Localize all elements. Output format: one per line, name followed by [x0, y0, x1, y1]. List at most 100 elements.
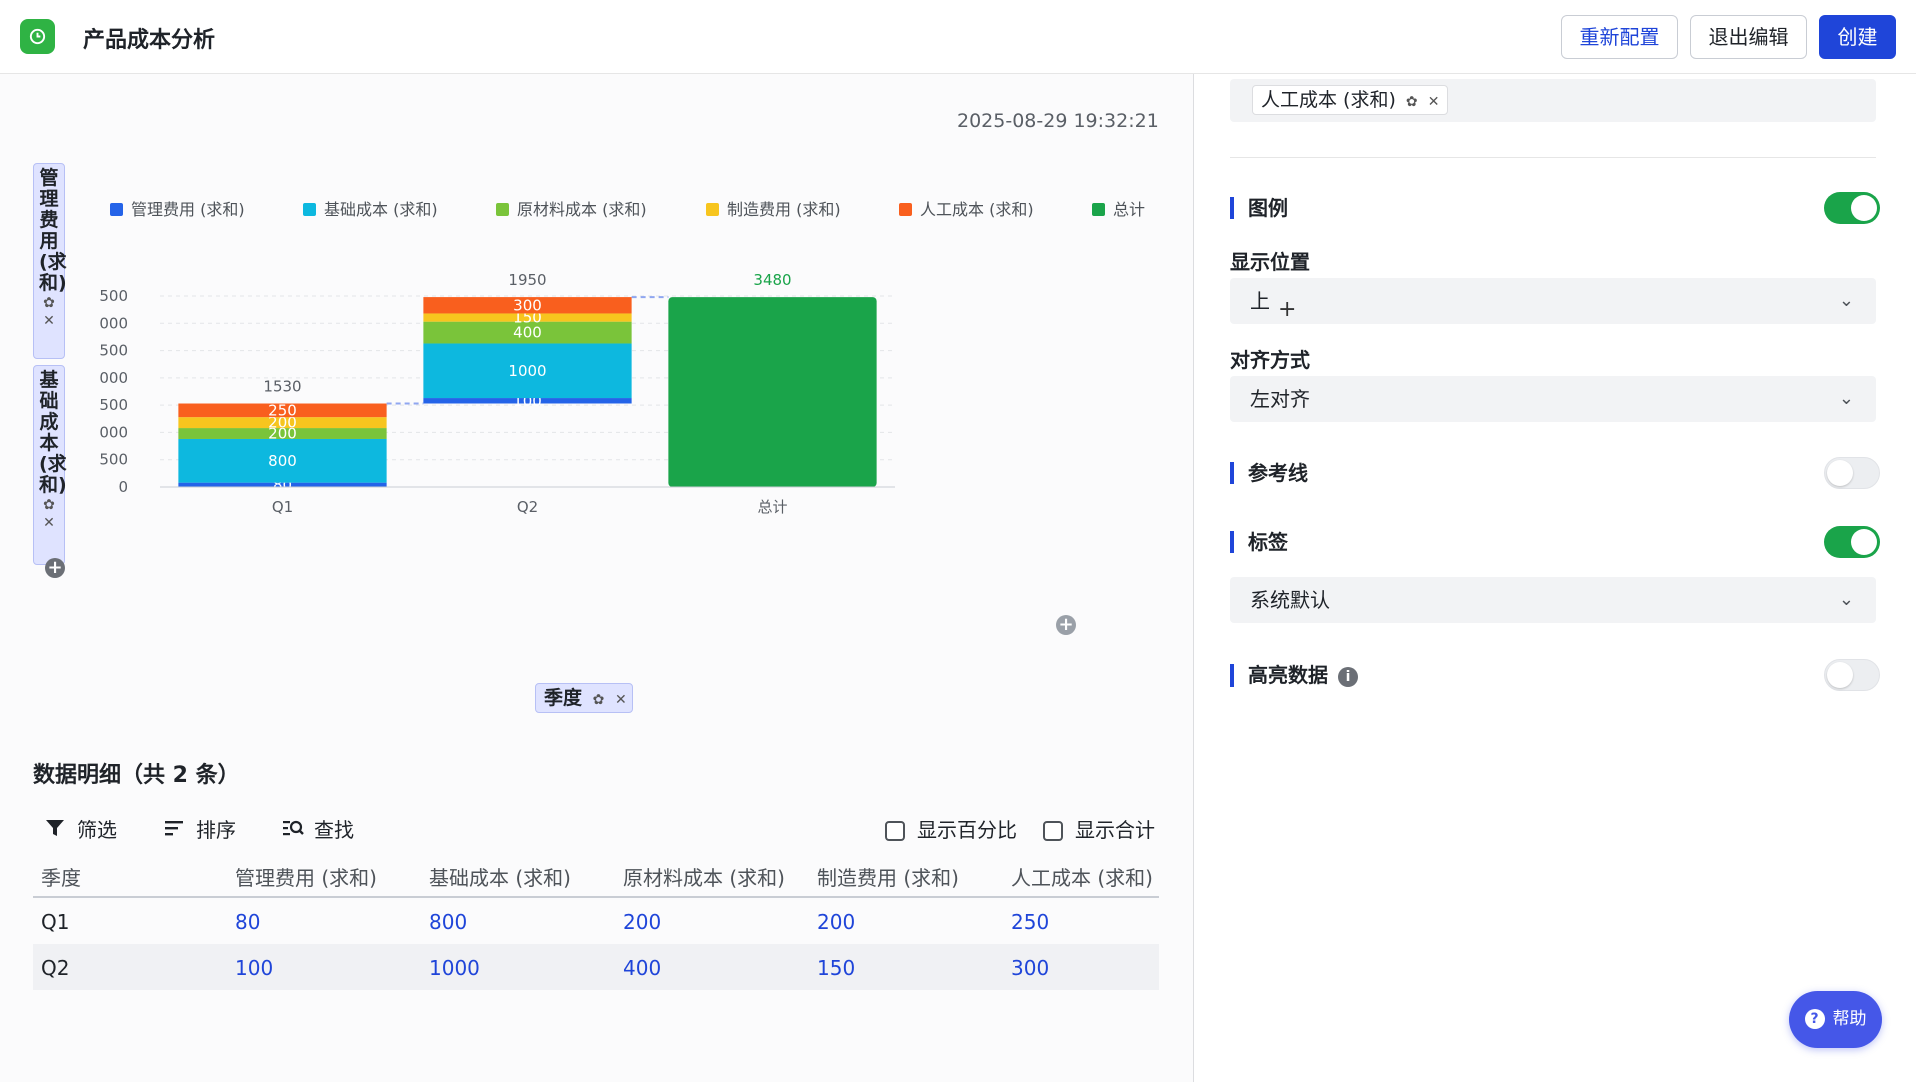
legend-label: 人工成本 (求和) [920, 200, 1034, 219]
bar-total-label: 3480 [753, 271, 791, 289]
close-icon[interactable]: ✕ [34, 312, 64, 330]
reconfigure-button[interactable]: 重新配置 [1561, 15, 1678, 59]
table-cell: 300 [1011, 956, 1050, 980]
table-cell: 100 [235, 956, 274, 980]
position-label: 显示位置 [1230, 250, 1310, 274]
info-icon[interactable]: i [1338, 667, 1358, 687]
gear-icon[interactable]: ✿ [34, 294, 64, 312]
y-tick-label: 1,000 [100, 423, 128, 441]
sort-label: 排序 [196, 818, 236, 842]
page-title: 产品成本分析 [83, 28, 216, 53]
column-header[interactable]: 制造费用 (求和) [817, 862, 959, 891]
gear-icon[interactable]: ✿ [34, 496, 64, 514]
legend-swatch [1092, 203, 1105, 216]
legend-item[interactable]: 基础成本 (求和) [303, 196, 438, 220]
top-bar: 产品成本分析 重新配置 退出编辑 创建 [0, 0, 1916, 74]
table-header-row: 季度 管理费用 (求和) 基础成本 (求和) 原材料成本 (求和) 制造费用 (… [33, 850, 1159, 898]
x-tick-label: 总计 [757, 498, 787, 516]
config-panel: 人工成本 (求和) ✿ ✕ 图例 显示位置 上 ⌄ + 对齐方式 左对齐 ⌄ 参… [1194, 74, 1916, 1082]
y-tick-label: 1,500 [100, 396, 128, 414]
table-cell: 200 [817, 910, 856, 934]
y-tick-label: 0 [118, 478, 128, 496]
align-label: 对齐方式 [1230, 348, 1310, 372]
legend-item[interactable]: 人工成本 (求和) [899, 196, 1034, 220]
legend-swatch [110, 203, 123, 216]
legend-item[interactable]: 管理费用 (求和) [110, 196, 245, 220]
chip-label: 基础成本(求和) [39, 369, 67, 496]
add-y-field-icon[interactable]: + [45, 558, 65, 578]
align-select[interactable]: 左对齐 ⌄ [1230, 376, 1876, 422]
column-header[interactable]: 季度 [41, 862, 81, 891]
chip-label: 季度 [544, 687, 583, 709]
chevron-down-icon: ⌄ [1838, 388, 1854, 409]
column-header[interactable]: 基础成本 (求和) [429, 862, 571, 891]
legend-item[interactable]: 制造费用 (求和) [706, 196, 841, 220]
create-button[interactable]: 创建 [1819, 15, 1896, 59]
chart-svg: 05001,0001,5002,0002,5003,0003,500808002… [100, 271, 895, 516]
select-value: 系统默认 [1250, 588, 1330, 612]
checkbox-box[interactable] [1043, 821, 1063, 841]
checkbox-label: 显示百分比 [917, 818, 1017, 842]
table-row: Q1 80 800 200 200 250 [33, 898, 1159, 944]
table-cell: Q1 [41, 910, 70, 934]
filter-icon [45, 818, 67, 842]
column-header[interactable]: 人工成本 (求和) [1011, 862, 1153, 891]
close-icon[interactable]: ✕ [615, 692, 627, 708]
table-cell: 200 [623, 910, 662, 934]
refline-section-title: 参考线 [1230, 462, 1308, 484]
y-tick-label: 500 [100, 451, 128, 469]
y-field-chip-management[interactable]: 管理费用(求和) ✿ ✕ [33, 163, 67, 359]
data-label: 300 [513, 296, 542, 314]
column-header[interactable]: 管理费用 (求和) [235, 862, 377, 891]
show-total-checkbox[interactable]: 显示合计 [1043, 814, 1155, 843]
column-header[interactable]: 原材料成本 (求和) [623, 862, 785, 891]
field-tag-labor-cost[interactable]: 人工成本 (求和) ✿ ✕ [1252, 85, 1449, 115]
table-cell: 150 [817, 956, 856, 980]
toggle-knob [1851, 529, 1877, 555]
filter-label: 筛选 [77, 818, 117, 842]
gear-icon[interactable]: ✿ [1406, 94, 1418, 110]
toggle-knob [1851, 195, 1877, 221]
add-x-field-icon[interactable]: + [1056, 615, 1076, 635]
table-cell: 250 [1011, 910, 1050, 934]
data-label: 800 [268, 452, 297, 470]
checkbox-box[interactable] [885, 821, 905, 841]
label-section-title: 标签 [1230, 531, 1288, 553]
app-logo-icon [20, 19, 55, 54]
table-cell: 1000 [429, 956, 480, 980]
legend-section-title: 图例 [1230, 197, 1288, 219]
label-style-select[interactable]: 系统默认 ⌄ [1230, 577, 1876, 623]
close-icon[interactable]: ✕ [34, 514, 64, 532]
gear-icon[interactable]: ✿ [593, 692, 605, 708]
legend-toggle[interactable] [1824, 192, 1880, 224]
close-icon[interactable]: ✕ [1428, 94, 1440, 110]
find-button[interactable]: 查找 [282, 814, 354, 843]
tag-label: 人工成本 (求和) [1261, 89, 1396, 111]
filter-button[interactable]: 筛选 [45, 814, 117, 843]
highlight-toggle[interactable] [1824, 659, 1880, 691]
exit-edit-button[interactable]: 退出编辑 [1690, 15, 1807, 59]
legend-label: 制造费用 (求和) [727, 200, 841, 219]
field-tag-box[interactable]: 人工成本 (求和) ✿ ✕ [1230, 79, 1876, 122]
toggle-knob [1827, 460, 1853, 486]
help-button[interactable]: ? 帮助 [1789, 991, 1882, 1048]
y-tick-label: 3,000 [100, 314, 128, 332]
legend-swatch [496, 203, 509, 216]
y-field-chip-base-cost[interactable]: 基础成本(求和) ✿ ✕ [33, 365, 67, 565]
highlight-section-title: 高亮数据 i [1230, 664, 1358, 687]
position-select[interactable]: 上 ⌄ [1230, 278, 1876, 324]
timestamp: 2025-08-29 19:32:21 [957, 110, 1159, 132]
legend-item[interactable]: 总计 [1092, 196, 1145, 220]
find-icon [282, 818, 304, 842]
highlight-label: 高亮数据 [1248, 663, 1328, 687]
legend-item[interactable]: 原材料成本 (求和) [496, 196, 647, 220]
data-label: 1000 [508, 362, 546, 380]
sort-button[interactable]: 排序 [164, 814, 236, 843]
toggle-knob [1827, 662, 1853, 688]
data-label: 250 [268, 401, 297, 419]
show-percent-checkbox[interactable]: 显示百分比 [885, 814, 1017, 843]
x-field-chip-quarter[interactable]: 季度 ✿ ✕ [535, 683, 633, 713]
help-icon: ? [1804, 1009, 1825, 1029]
refline-toggle[interactable] [1824, 457, 1880, 489]
label-toggle[interactable] [1824, 526, 1880, 558]
